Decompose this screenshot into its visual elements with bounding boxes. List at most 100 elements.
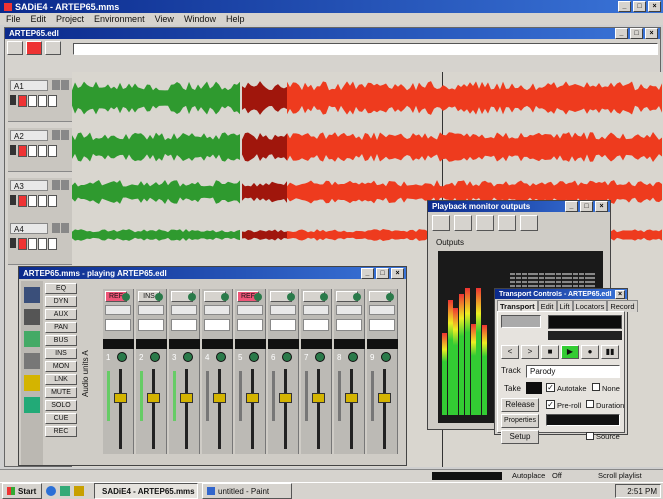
pre-roll-checkbox[interactable]: ✓ xyxy=(546,400,555,409)
strip-pan-knob[interactable] xyxy=(221,293,229,301)
strip-gain-knob[interactable] xyxy=(183,352,193,362)
strip-route-field[interactable] xyxy=(270,305,296,315)
quicklaunch-outlook-icon[interactable] xyxy=(74,486,84,496)
track-header-a4[interactable]: A4 xyxy=(8,221,72,265)
meters-tool-button-3[interactable] xyxy=(476,215,494,231)
track-prev-button[interactable] xyxy=(52,130,60,140)
strip-route-field[interactable] xyxy=(105,305,131,315)
menu-item-help[interactable]: Help xyxy=(226,14,245,24)
mixer-ins-button[interactable]: INS xyxy=(45,348,77,359)
rewind-button[interactable]: < xyxy=(501,345,519,359)
strip-pan-knob[interactable] xyxy=(353,293,361,301)
duration-checkbox[interactable] xyxy=(586,400,594,408)
mixer-mute-button[interactable]: MUTE xyxy=(45,387,77,398)
mixer-cue-button[interactable]: CUE xyxy=(45,413,77,424)
taskbar-task-paint[interactable]: untitled - Paint xyxy=(202,483,292,499)
edl-tool-button-3[interactable] xyxy=(45,41,61,55)
properties-button[interactable]: Properties xyxy=(501,414,539,428)
track-name[interactable]: A4 xyxy=(10,223,48,234)
edl-record-button[interactable] xyxy=(26,41,42,55)
track-prev-button[interactable] xyxy=(52,223,60,233)
strip-pan-knob[interactable] xyxy=(287,293,295,301)
mixer-close-button[interactable]: × xyxy=(391,267,404,279)
strip-route-field[interactable] xyxy=(171,305,197,315)
track-header-a1[interactable]: A1 xyxy=(8,78,72,122)
mixer-mon-button[interactable]: MON xyxy=(45,361,77,372)
strip-assign-field[interactable] xyxy=(369,319,395,331)
track-edit-button[interactable] xyxy=(48,238,57,250)
setup-button[interactable]: Setup xyxy=(501,430,539,444)
quicklaunch-desktop-icon[interactable] xyxy=(60,486,70,496)
track-name-field[interactable]: Parody xyxy=(526,365,620,378)
strip-route-field[interactable] xyxy=(336,305,362,315)
menu-item-project[interactable]: Project xyxy=(56,14,84,24)
track-name[interactable]: A1 xyxy=(10,80,48,91)
strip-assign-field[interactable] xyxy=(237,319,263,331)
track-name[interactable]: A3 xyxy=(10,180,48,191)
mixer-solo-button[interactable]: SOLO xyxy=(45,400,77,411)
meters-tool-button-5[interactable] xyxy=(520,215,538,231)
track-mute-button[interactable] xyxy=(28,145,37,157)
mixer-tool-icon-4[interactable] xyxy=(24,353,40,369)
strip-assign-field[interactable] xyxy=(303,319,329,331)
track-solo-button[interactable] xyxy=(38,145,47,157)
strip-assign-field[interactable] xyxy=(171,319,197,331)
start-button[interactable]: Start xyxy=(2,483,42,499)
mixer-minimize-button[interactable]: _ xyxy=(361,267,374,279)
menu-item-environment[interactable]: Environment xyxy=(94,14,145,24)
track-record-button[interactable] xyxy=(18,95,27,107)
meters-close-button[interactable]: × xyxy=(595,201,608,212)
strip-route-field[interactable] xyxy=(303,305,329,315)
menu-item-file[interactable]: File xyxy=(6,14,21,24)
mixer-rec-button[interactable]: REC xyxy=(45,426,77,437)
source-checkbox[interactable] xyxy=(586,432,594,440)
track-next-button[interactable] xyxy=(61,80,69,90)
track-record-button[interactable] xyxy=(18,145,27,157)
close-button[interactable]: × xyxy=(648,1,661,12)
forward-button[interactable]: > xyxy=(521,345,539,359)
track-header-a2[interactable]: A2 xyxy=(8,128,72,172)
mixer-tool-icon-2[interactable] xyxy=(24,309,40,325)
strip-gain-knob[interactable] xyxy=(381,352,391,362)
release-button[interactable]: Release xyxy=(501,398,539,412)
strip-gain-knob[interactable] xyxy=(216,352,226,362)
mixer-maximize-button[interactable]: □ xyxy=(376,267,389,279)
track-record-button[interactable] xyxy=(18,238,27,250)
mixer-dyn-button[interactable]: DYN xyxy=(45,296,77,307)
mixer-tool-icon-3[interactable] xyxy=(24,331,40,347)
strip-pan-knob[interactable] xyxy=(188,293,196,301)
track-solo-button[interactable] xyxy=(38,95,47,107)
track-solo-button[interactable] xyxy=(38,195,47,207)
strip-gain-knob[interactable] xyxy=(315,352,325,362)
strip-route-field[interactable] xyxy=(237,305,263,315)
strip-pan-knob[interactable] xyxy=(122,293,130,301)
track-next-button[interactable] xyxy=(61,223,69,233)
track-edit-button[interactable] xyxy=(48,95,57,107)
track-mute-button[interactable] xyxy=(28,95,37,107)
edl-maximize-button[interactable]: □ xyxy=(630,28,643,39)
edl-close-button[interactable]: × xyxy=(645,28,658,39)
mixer-tool-icon-6[interactable] xyxy=(24,397,40,413)
strip-gain-knob[interactable] xyxy=(249,352,259,362)
track-mute-button[interactable] xyxy=(28,195,37,207)
track-name[interactable]: A2 xyxy=(10,130,48,141)
strip-assign-field[interactable] xyxy=(270,319,296,331)
track-header-a3[interactable]: A3 xyxy=(8,178,72,222)
strip-gain-knob[interactable] xyxy=(348,352,358,362)
menu-item-window[interactable]: Window xyxy=(184,14,216,24)
strip-gain-knob[interactable] xyxy=(117,352,127,362)
fader-handle[interactable] xyxy=(279,393,292,403)
strip-route-field[interactable] xyxy=(204,305,230,315)
fader-handle[interactable] xyxy=(114,393,127,403)
autotake-checkbox[interactable]: ✓ xyxy=(546,383,555,392)
track-record-button[interactable] xyxy=(18,195,27,207)
fader-handle[interactable] xyxy=(147,393,160,403)
edl-timeline-ruler[interactable] xyxy=(73,43,658,55)
meters-maximize-button[interactable]: □ xyxy=(580,201,593,212)
take-field[interactable] xyxy=(526,382,542,394)
quicklaunch-ie-icon[interactable] xyxy=(46,486,56,496)
none-checkbox[interactable] xyxy=(592,383,600,391)
meters-tool-button-4[interactable] xyxy=(498,215,516,231)
menu-item-edit[interactable]: Edit xyxy=(31,14,47,24)
fader-handle[interactable] xyxy=(312,393,325,403)
